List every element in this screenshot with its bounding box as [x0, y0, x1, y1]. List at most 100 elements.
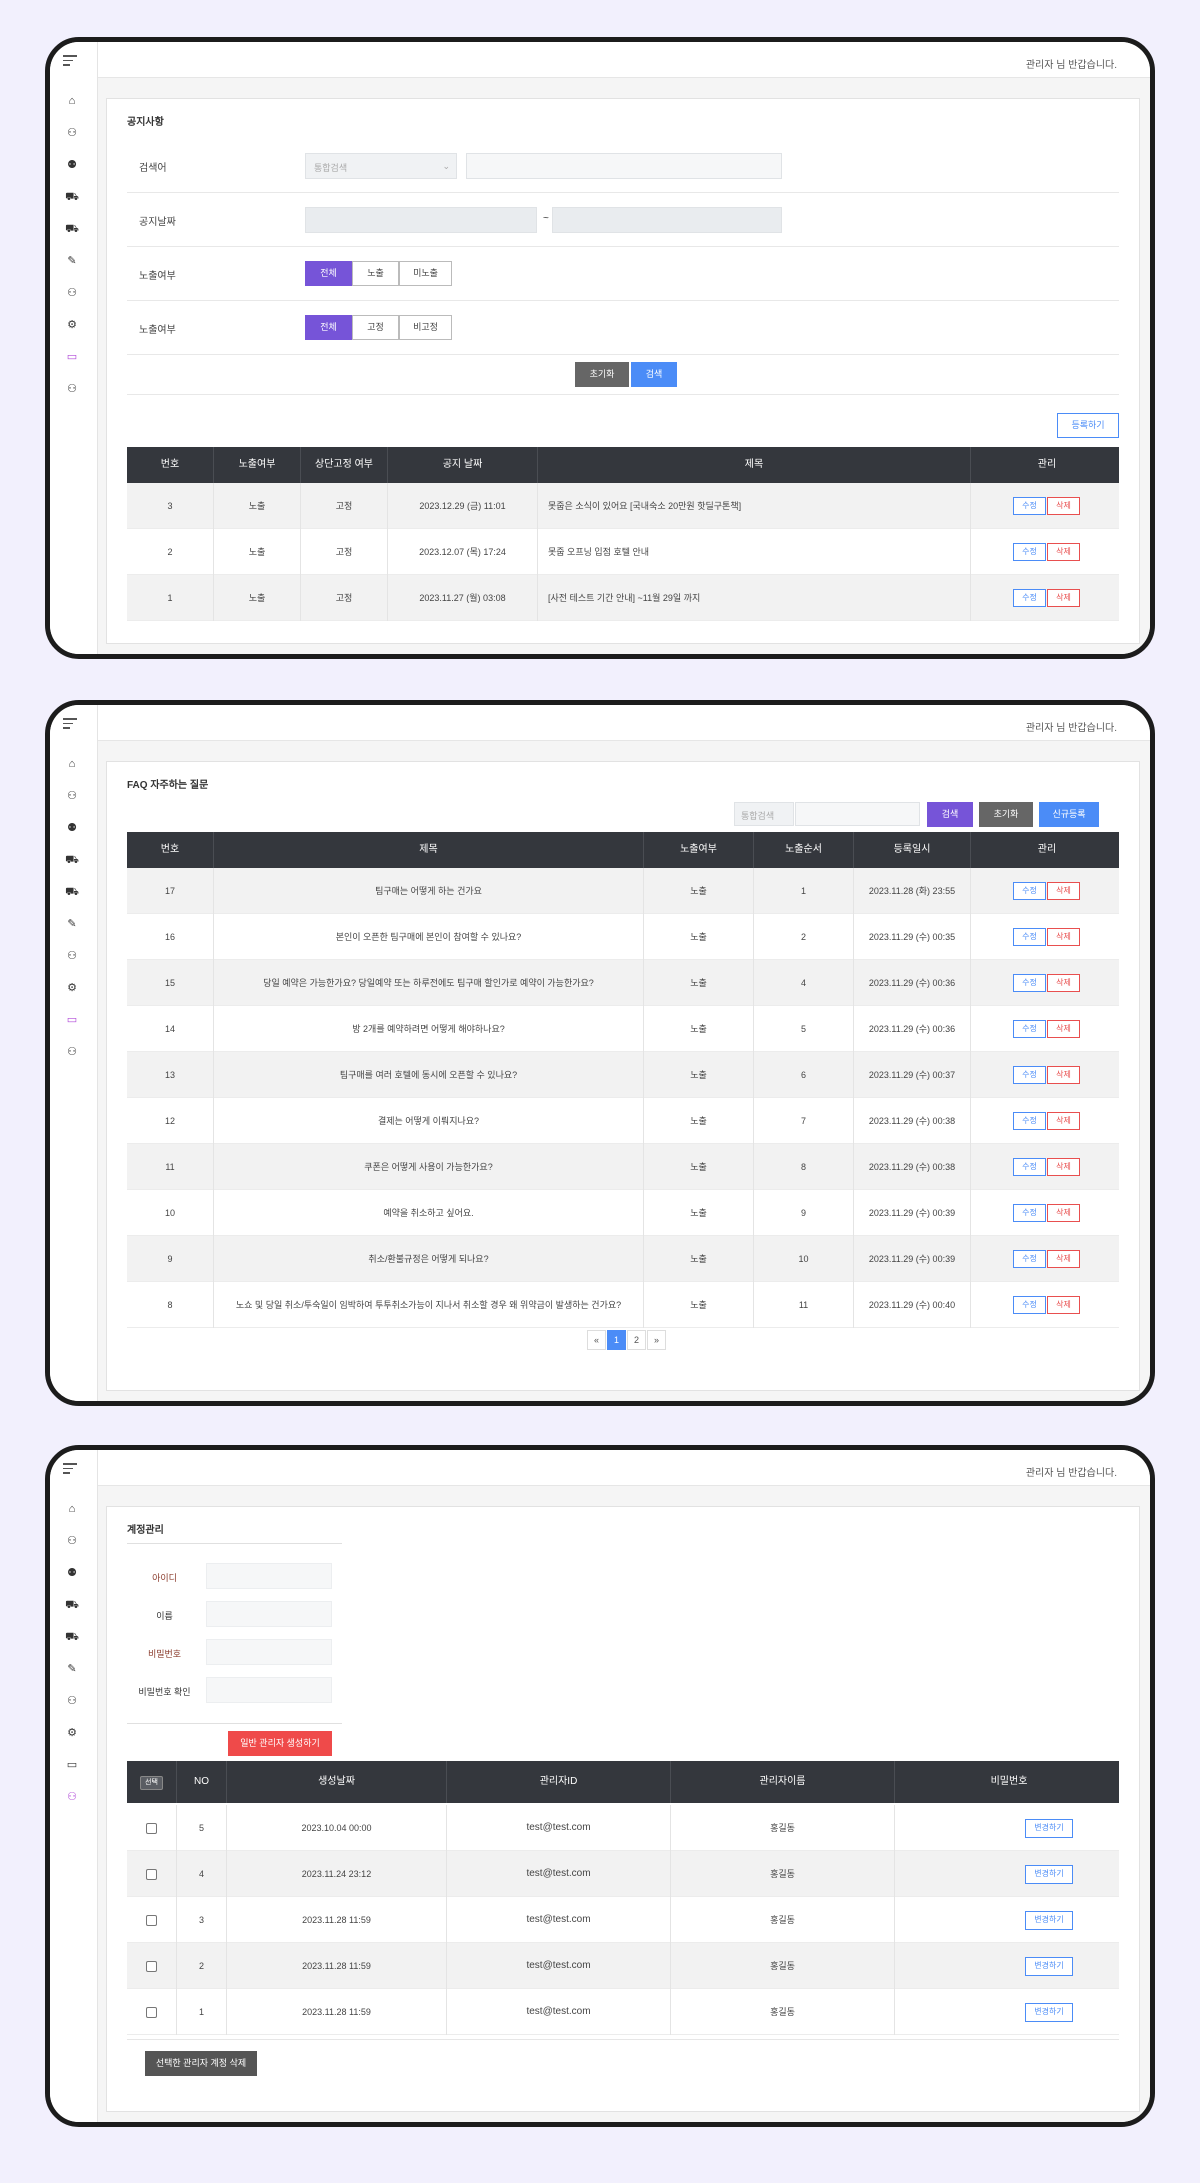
delete-button[interactable]: 삭제 — [1047, 1204, 1080, 1222]
group-icon[interactable]: ⚉ — [62, 1564, 82, 1582]
edit-button[interactable]: 수정 — [1013, 1112, 1046, 1130]
search-input[interactable] — [795, 802, 920, 826]
menu-toggle-icon[interactable] — [63, 1463, 77, 1477]
change-password-button[interactable]: 변경하기 — [1025, 1911, 1073, 1930]
cell-title[interactable]: 쿠폰은 어떻게 사용이 가능한가요? — [214, 1144, 644, 1190]
cell-title[interactable]: 못줍 오프닝 입점 호텔 안내 — [538, 529, 971, 575]
cell-title[interactable]: 취소/환불규정은 어떻게 되나요? — [214, 1236, 644, 1282]
delete-button[interactable]: 삭제 — [1047, 1158, 1080, 1176]
pagination-prev[interactable]: « — [587, 1330, 606, 1350]
fixed-off-toggle[interactable]: 비고정 — [399, 315, 452, 340]
user-icon[interactable]: ⚇ — [62, 1043, 82, 1061]
start-date-input[interactable] — [305, 207, 537, 233]
cart-icon[interactable]: ⛟ — [62, 220, 82, 238]
user-icon[interactable]: ⚇ — [62, 1692, 82, 1710]
home-icon[interactable]: ⌂ — [62, 92, 82, 110]
delete-button[interactable]: 삭제 — [1047, 882, 1080, 900]
pagination-page-2[interactable]: 2 — [627, 1330, 646, 1350]
row-checkbox[interactable] — [146, 1961, 157, 1973]
register-button[interactable]: 등록하기 — [1057, 413, 1119, 438]
cart-icon[interactable]: ⛟ — [62, 1628, 82, 1646]
cell-title[interactable]: 팀구매는 어떻게 하는 건가요 — [214, 868, 644, 914]
menu-toggle-icon[interactable] — [63, 55, 77, 69]
password-confirm-input[interactable] — [206, 1677, 332, 1703]
card-icon[interactable]: ▭ — [62, 348, 82, 366]
edit-button[interactable]: 수정 — [1013, 928, 1046, 946]
id-input[interactable] — [206, 1563, 332, 1589]
edit-button[interactable]: 수정 — [1013, 1020, 1046, 1038]
create-admin-button[interactable]: 일반 관리자 생성하기 — [228, 1731, 332, 1756]
delete-selected-button[interactable]: 선택한 관리자 계정 삭제 — [145, 2051, 257, 2076]
delete-button[interactable]: 삭제 — [1047, 589, 1080, 607]
cell-title[interactable]: 당일 예약은 가능한가요? 당일예약 또는 하루전에도 팀구매 할인가로 예약이… — [214, 960, 644, 1006]
edit-button[interactable]: 수정 — [1013, 1296, 1046, 1314]
cell-title[interactable]: 팀구매를 여러 호텔에 동시에 오픈할 수 있나요? — [214, 1052, 644, 1098]
edit-button[interactable]: 수정 — [1013, 589, 1046, 607]
edit-button[interactable]: 수정 — [1013, 882, 1046, 900]
password-input[interactable] — [206, 1639, 332, 1665]
search-button[interactable]: 검색 — [927, 802, 973, 827]
expose-all-toggle[interactable]: 전체 — [305, 261, 352, 286]
gear-icon[interactable]: ⚙ — [62, 1724, 82, 1742]
edit-button[interactable]: 수정 — [1013, 974, 1046, 992]
magic-icon[interactable]: ✎ — [62, 1660, 82, 1678]
row-checkbox[interactable] — [146, 1823, 157, 1835]
search-type-select[interactable]: 통합검색 — [734, 802, 794, 826]
edit-button[interactable]: 수정 — [1013, 1204, 1046, 1222]
cell-title[interactable]: 결제는 어떻게 이뤄지나요? — [214, 1098, 644, 1144]
name-input[interactable] — [206, 1601, 332, 1627]
edit-button[interactable]: 수정 — [1013, 497, 1046, 515]
cell-title[interactable]: [사전 테스트 기간 안내] ~11월 29일 까지 — [538, 575, 971, 621]
row-checkbox[interactable] — [146, 2007, 157, 2019]
cart-icon[interactable]: ⛟ — [62, 851, 82, 869]
edit-button[interactable]: 수정 — [1013, 1066, 1046, 1084]
search-input[interactable] — [466, 153, 782, 179]
reset-button[interactable]: 초기화 — [979, 802, 1033, 827]
delete-button[interactable]: 삭제 — [1047, 497, 1080, 515]
delete-button[interactable]: 삭제 — [1047, 1020, 1080, 1038]
cart-icon[interactable]: ⛟ — [62, 1596, 82, 1614]
magic-icon[interactable]: ✎ — [62, 915, 82, 933]
change-password-button[interactable]: 변경하기 — [1025, 1957, 1073, 1976]
group-icon[interactable]: ⚉ — [62, 156, 82, 174]
fixed-all-toggle[interactable]: 전체 — [305, 315, 352, 340]
user-icon[interactable]: ⚇ — [62, 1532, 82, 1550]
magic-icon[interactable]: ✎ — [62, 252, 82, 270]
edit-button[interactable]: 수정 — [1013, 1158, 1046, 1176]
change-password-button[interactable]: 변경하기 — [1025, 1865, 1073, 1884]
row-checkbox[interactable] — [146, 1869, 157, 1881]
user-icon[interactable]: ⚇ — [62, 1788, 82, 1806]
row-checkbox[interactable] — [146, 1915, 157, 1927]
expose-on-toggle[interactable]: 노출 — [352, 261, 399, 286]
select-all-button[interactable]: 선택 — [140, 1776, 163, 1790]
home-icon[interactable]: ⌂ — [62, 755, 82, 773]
delete-button[interactable]: 삭제 — [1047, 543, 1080, 561]
search-button[interactable]: 검색 — [631, 362, 677, 387]
card-icon[interactable]: ▭ — [62, 1756, 82, 1774]
pagination-next[interactable]: » — [647, 1330, 666, 1350]
cell-title[interactable]: 본인이 오픈한 팀구매에 본인이 참여할 수 있나요? — [214, 914, 644, 960]
cell-title[interactable]: 방 2개를 예약하려면 어떻게 해야하나요? — [214, 1006, 644, 1052]
card-icon[interactable]: ▭ — [62, 1011, 82, 1029]
end-date-input[interactable] — [552, 207, 782, 233]
delete-button[interactable]: 삭제 — [1047, 1112, 1080, 1130]
expose-off-toggle[interactable]: 미노출 — [399, 261, 452, 286]
search-type-select[interactable]: 통합검색 ⌄ — [305, 153, 457, 179]
cell-title[interactable]: 예약을 취소하고 싶어요. — [214, 1190, 644, 1236]
gear-icon[interactable]: ⚙ — [62, 316, 82, 334]
cell-title[interactable]: 노쇼 및 당일 취소/투숙일이 임박하여 투투취소가능이 지나서 취소할 경우 … — [214, 1282, 644, 1328]
cell-title[interactable]: 못줍은 소식이 있어요 [국내숙소 20만원 핫딜구톤책] — [538, 483, 971, 529]
menu-toggle-icon[interactable] — [63, 718, 77, 732]
delete-button[interactable]: 삭제 — [1047, 1296, 1080, 1314]
cart-icon[interactable]: ⛟ — [62, 883, 82, 901]
cart-icon[interactable]: ⛟ — [62, 188, 82, 206]
edit-button[interactable]: 수정 — [1013, 543, 1046, 561]
group-icon[interactable]: ⚉ — [62, 819, 82, 837]
delete-button[interactable]: 삭제 — [1047, 1066, 1080, 1084]
user-icon[interactable]: ⚇ — [62, 124, 82, 142]
delete-button[interactable]: 삭제 — [1047, 974, 1080, 992]
delete-button[interactable]: 삭제 — [1047, 1250, 1080, 1268]
user-icon[interactable]: ⚇ — [62, 947, 82, 965]
pagination-page-1[interactable]: 1 — [607, 1330, 626, 1350]
change-password-button[interactable]: 변경하기 — [1025, 2003, 1073, 2022]
